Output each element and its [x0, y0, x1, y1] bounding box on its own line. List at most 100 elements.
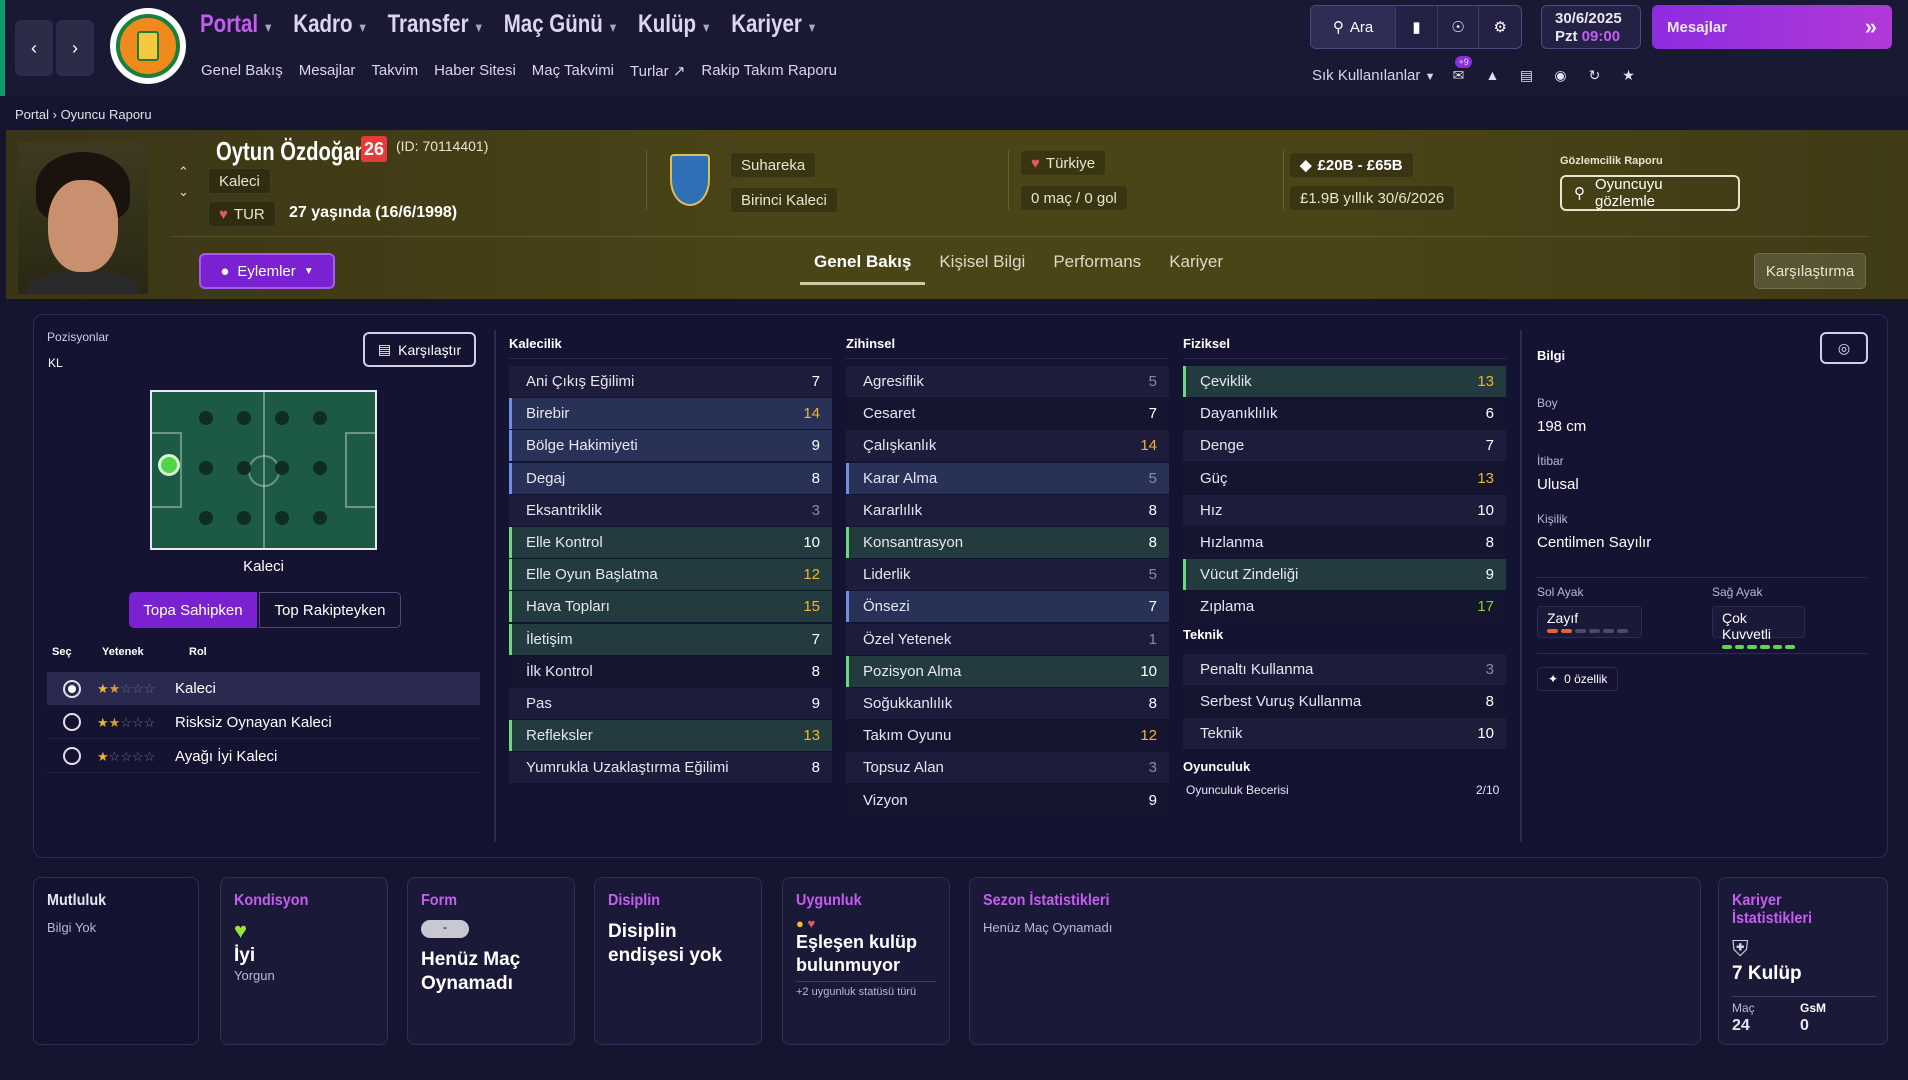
attribute-row[interactable]: Teknik 10 [1183, 718, 1506, 750]
attribute-row[interactable]: Topsuz Alan 3 [846, 752, 1169, 784]
tab-career[interactable]: Kariyer [1155, 244, 1237, 285]
in-possession-toggle[interactable]: Topa Sahipken [129, 592, 257, 628]
role-radio[interactable] [63, 713, 81, 731]
attribute-row[interactable]: Cesaret 7 [846, 398, 1169, 430]
subnav-opposition[interactable]: Rakip Takım Raporu [701, 62, 837, 80]
compare-positions-button[interactable]: ▤ Karşılaştır [363, 332, 476, 367]
attribute-row[interactable]: Özel Yetenek 1 [846, 623, 1169, 655]
subnav-tours[interactable]: Turlar ↗ [630, 62, 685, 80]
nav-kadro[interactable]: Kadro ▼ [293, 10, 368, 39]
subnav-calendar[interactable]: Takvim [371, 62, 418, 80]
attribute-row[interactable]: Dayanıklılık 6 [1183, 398, 1506, 430]
traits-button[interactable]: ✦ 0 özellik [1537, 667, 1619, 691]
subnav-news[interactable]: Haber Sitesi [434, 62, 516, 80]
date-time[interactable]: 30/6/2025 Pzt 09:00 [1541, 5, 1641, 49]
tab-overview[interactable]: Genel Bakış [800, 244, 926, 285]
season-stats-card[interactable]: Sezon İstatistikleri Henüz Maç Oynamadı [969, 877, 1701, 1045]
nav-transfer[interactable]: Transfer ▼ [388, 10, 484, 39]
search-button[interactable]: ⚲ Ara [1311, 6, 1397, 48]
attribute-row[interactable]: Degaj 8 [509, 462, 832, 494]
compare-button[interactable]: Karşılaştırma [1754, 253, 1866, 289]
nav-club[interactable]: Kulüp ▼ [638, 10, 712, 39]
favorites-dropdown[interactable]: Sık Kullanılanlar ▼ [1312, 67, 1435, 84]
attribute-row[interactable]: Eksantriklik 3 [509, 494, 832, 526]
player-switcher[interactable]: ⌃ ⌄ [178, 162, 189, 202]
refresh-icon[interactable]: ↻ [1583, 64, 1605, 86]
career-stats-card[interactable]: Kariyer İstatistikleri ⛨ 7 Kulüp Maç 24 … [1718, 877, 1888, 1045]
country-pill[interactable]: ♥ Türkiye [1020, 150, 1107, 176]
role-row[interactable]: ★★☆☆☆ Risksiz Oynayan Kaleci [47, 706, 480, 739]
club-badge[interactable] [670, 154, 710, 206]
attribute-row[interactable]: Birebir 14 [509, 398, 832, 430]
nav-career[interactable]: Kariyer ▼ [731, 10, 817, 39]
attribute-row[interactable]: Kararlılık 8 [846, 494, 1169, 526]
attribute-value: 8 [811, 662, 820, 680]
attribute-row[interactable]: Güç 13 [1183, 462, 1506, 494]
forward-button[interactable]: › [56, 20, 94, 76]
nav-match-day[interactable]: Maç Günü ▼ [504, 10, 619, 39]
condition-card[interactable]: Kondisyon ♥ İyi Yorgun [220, 877, 388, 1045]
form-card[interactable]: Form - Henüz Maç Oynamadı [407, 877, 575, 1045]
role-row[interactable]: ★★☆☆☆ Kaleci [47, 672, 480, 705]
trophy-icon[interactable]: ★ [1617, 64, 1639, 86]
settings-button[interactable]: ⚙ [1479, 6, 1521, 48]
globe-button[interactable]: ☉ [1438, 6, 1480, 48]
role-row[interactable]: ★☆☆☆☆ Ayağı İyi Kaleci [47, 740, 480, 773]
nav-portal[interactable]: Portal ▼ [200, 10, 274, 39]
attribute-row[interactable]: Vizyon 9 [846, 784, 1169, 816]
attribute-row[interactable]: Çeviklik 13 [1183, 366, 1506, 397]
attribute-row[interactable]: Refleksler 13 [509, 720, 832, 752]
attribute-row[interactable]: Penaltı Kullanma 3 [1183, 654, 1506, 685]
attribute-row[interactable]: Takım Oyunu 12 [846, 720, 1169, 752]
attribute-row[interactable]: Pas 9 [509, 688, 832, 719]
attribute-row[interactable]: Hız 10 [1183, 494, 1506, 526]
back-button[interactable]: ‹ [15, 20, 53, 76]
shirt-icon[interactable]: ▲ [1481, 64, 1503, 86]
subnav-overview[interactable]: Genel Bakış [201, 62, 283, 80]
attribute-row[interactable]: Konsantrasyon 8 [846, 527, 1169, 558]
attribute-name: Zıplama [1200, 598, 1255, 616]
subnav-fixtures[interactable]: Maç Takvimi [532, 62, 614, 80]
chat-icon[interactable]: ✉ +9 [1447, 56, 1472, 86]
attribute-row[interactable]: Hızlanma 8 [1183, 527, 1506, 558]
attribute-row[interactable]: İletişim 7 [509, 623, 832, 655]
out-of-possession-toggle[interactable]: Top Rakipteyken [259, 592, 401, 628]
tab-personal[interactable]: Kişisel Bilgi [925, 244, 1039, 285]
attribute-row[interactable]: Liderlik 5 [846, 559, 1169, 591]
bookmark-button[interactable]: ▮ [1396, 6, 1438, 48]
col-select: Seç [52, 646, 72, 658]
document-icon[interactable]: ▤ [1515, 64, 1537, 86]
attribute-row[interactable]: Pozisyon Alma 10 [846, 655, 1169, 687]
attribute-row[interactable]: Soğukkanlılık 8 [846, 688, 1169, 719]
attribute-row[interactable]: Hava Topları 15 [509, 591, 832, 623]
club-pill[interactable]: Suhareka [730, 152, 817, 178]
attribute-row[interactable]: Vücut Zindeliği 9 [1183, 559, 1506, 591]
attribute-row[interactable]: İlk Kontrol 8 [509, 655, 832, 687]
attribute-row[interactable]: Agresiflik 5 [846, 366, 1169, 397]
attribute-row[interactable]: Çalışkanlık 14 [846, 430, 1169, 462]
role-radio[interactable] [63, 747, 81, 765]
crumb-portal[interactable]: Portal [15, 107, 49, 122]
people-icon[interactable]: ◉ [1549, 64, 1571, 86]
attribute-row[interactable]: Önsezi 7 [846, 591, 1169, 623]
attribute-row[interactable]: Ani Çıkış Eğilimi 7 [509, 366, 832, 397]
attribute-row[interactable]: Karar Alma 5 [846, 462, 1169, 494]
attribute-row[interactable]: Zıplama 17 [1183, 591, 1506, 623]
attribute-row[interactable]: Elle Kontrol 10 [509, 527, 832, 558]
actions-button[interactable]: ● Eylemler ▼ [199, 253, 335, 289]
role-radio[interactable] [63, 679, 81, 698]
attribute-row[interactable]: Bölge Hakimiyeti 9 [509, 430, 832, 462]
scout-player-button[interactable]: ⚲ Oyuncuyu gözlemle [1560, 175, 1740, 211]
discipline-card[interactable]: Disiplin Disiplin endişesi yok [594, 877, 762, 1045]
attribute-row[interactable]: Denge 7 [1183, 430, 1506, 462]
tab-performance[interactable]: Performans [1039, 244, 1155, 285]
club-logo[interactable] [110, 8, 186, 84]
attribute-row[interactable]: Serbest Vuruş Kullanma 8 [1183, 686, 1506, 718]
attribute-row[interactable]: Yumrukla Uzaklaştırma Eğilimi 8 [509, 752, 832, 784]
info-person-button[interactable]: ◎ [1820, 332, 1868, 364]
eligibility-card[interactable]: Uygunluk ● ♥ Eşleşen kulüp bulunmuyor +2… [782, 877, 950, 1045]
subnav-messages[interactable]: Mesajlar [299, 62, 356, 80]
chevron-down-icon: ▼ [303, 265, 314, 277]
attribute-row[interactable]: Elle Oyun Başlatma 12 [509, 559, 832, 591]
messages-button[interactable]: Mesajlar» [1652, 5, 1892, 49]
